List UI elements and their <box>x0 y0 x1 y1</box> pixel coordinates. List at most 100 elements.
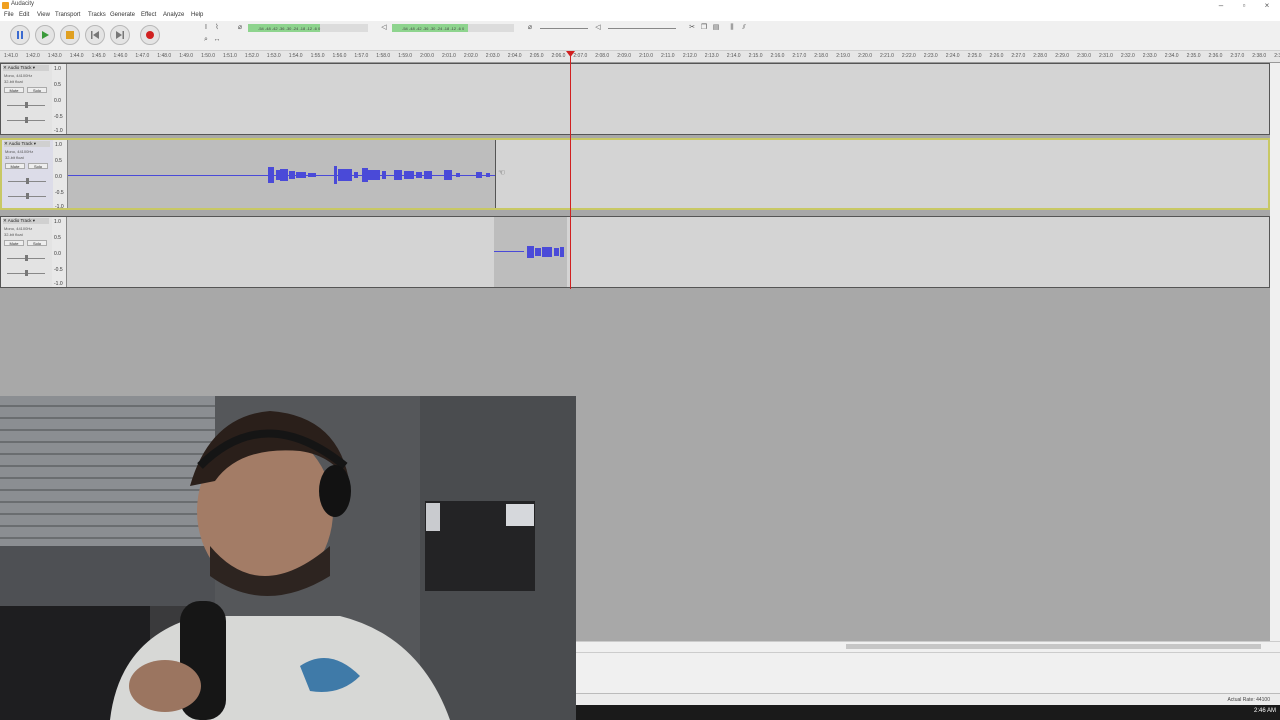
ruler-tick-label: 2:35.0 <box>1186 53 1201 59</box>
gain-slider-thumb[interactable] <box>26 178 29 184</box>
minimize-button[interactable]: – <box>1210 0 1232 11</box>
playhead-marker-icon[interactable] <box>566 51 575 57</box>
mute-button[interactable]: Mute <box>4 87 24 93</box>
speaker-icon[interactable]: ◁ <box>380 24 388 32</box>
menu-view[interactable]: View <box>37 12 50 18</box>
playhead-line[interactable] <box>570 51 571 289</box>
vertical-scrollbar[interactable] <box>1270 63 1280 641</box>
track-format: Mono, 44100Hz <box>5 149 34 154</box>
mute-button[interactable]: Mute <box>5 163 25 169</box>
menu-edit[interactable]: Edit <box>19 12 29 18</box>
playback-meter-scale: -54 -48 -42 -36 -30 -24 -18 -12 -6 0 <box>402 26 465 31</box>
menu-analyze[interactable]: Analyze <box>163 12 184 18</box>
ruler-tick-label: 1:43.0 <box>47 53 62 59</box>
gain-slider-thumb[interactable] <box>25 102 28 108</box>
ruler-tick-label: 2:15.0 <box>748 53 763 59</box>
track-control-panel: ✕ Audio Track ▾ Mono, 44100Hz 32-bit flo… <box>2 140 54 208</box>
recording-volume-slider[interactable] <box>540 28 588 29</box>
record-icon <box>146 31 154 39</box>
track-bitdepth: 32-bit float <box>4 79 23 84</box>
ruler-tick-label: 2:08.0 <box>595 53 610 59</box>
ruler-tick-label: 1:59.0 <box>398 53 413 59</box>
webcam-overlay <box>0 396 576 720</box>
selection-tool-icon[interactable]: I <box>202 24 210 32</box>
maximize-button[interactable]: ▫ <box>1233 0 1255 11</box>
track-format: Mono, 44100Hz <box>4 226 33 231</box>
record-button[interactable] <box>140 25 160 45</box>
mute-button[interactable]: Mute <box>4 240 24 246</box>
ruler-tick-label: 1:51.0 <box>223 53 237 59</box>
playback-volume-slider[interactable] <box>608 28 676 29</box>
ruler-tick-label: 2:22.0 <box>901 53 916 59</box>
ruler-tick-label: 2:16.0 <box>770 53 785 59</box>
menu-generate[interactable]: Generate <box>110 12 135 18</box>
horizontal-scrollbar-thumb[interactable] <box>846 644 1261 649</box>
pause-button[interactable] <box>10 25 30 45</box>
ruler-tick-label: 2:30.0 <box>1077 53 1091 59</box>
solo-button[interactable]: Solo <box>27 240 47 246</box>
track-format: Mono, 44100Hz <box>4 73 33 78</box>
menu-effect[interactable]: Effect <box>141 12 156 18</box>
ruler-tick-label: 2:27.0 <box>1011 53 1026 59</box>
microphone-volume-icon: ⌀ <box>527 24 533 31</box>
zoom-tool-icon[interactable]: ⌕ <box>202 36 210 44</box>
ruler-tick-label: 1:53.0 <box>266 53 281 59</box>
close-button[interactable]: × <box>1256 0 1278 11</box>
copy-icon[interactable]: ❐ <box>700 24 708 32</box>
ruler-tick-label: 1:54.0 <box>288 53 303 59</box>
ruler-tick-label: 2:11.0 <box>661 53 675 59</box>
track-name-button[interactable]: ✕ Audio Track ▾ <box>4 141 50 147</box>
selection-toolbar <box>576 652 1280 694</box>
audio-clip[interactable] <box>68 140 495 208</box>
ruler-tick-label: 2:21.0 <box>880 53 894 59</box>
ruler-tick-label: 1:46.0 <box>113 53 128 59</box>
trim-icon[interactable]: ⫼ <box>728 24 736 32</box>
audio-track-2[interactable]: ✕ Audio Track ▾ Mono, 44100Hz 32-bit flo… <box>0 138 1270 210</box>
play-button[interactable] <box>35 25 55 45</box>
pan-slider-thumb[interactable] <box>25 117 28 123</box>
ruler-tick-label: 2:12.0 <box>682 53 697 59</box>
hand-cursor-icon: ☜ <box>498 168 506 177</box>
stop-button[interactable] <box>60 25 80 45</box>
solo-button[interactable]: Solo <box>27 87 47 93</box>
audio-track-1[interactable]: ✕ Audio Track ▾ Mono, 44100Hz 32-bit flo… <box>0 63 1270 135</box>
silence-icon[interactable]: ⫽ <box>740 24 748 32</box>
ruler-tick-label: 1:41.0 <box>4 53 18 59</box>
skip-to-end-button[interactable] <box>110 25 130 45</box>
ruler-tick-label: 2:01.0 <box>442 53 456 59</box>
track-name-button[interactable]: ✕ Audio Track ▾ <box>3 65 49 71</box>
ruler-tick-label: 2:38.0 <box>1252 53 1267 59</box>
ruler-tick-label: 2:32.0 <box>1120 53 1135 59</box>
horizontal-scrollbar[interactable] <box>576 641 1280 652</box>
pan-slider-thumb[interactable] <box>26 193 29 199</box>
track-name-button[interactable]: ✕ Audio Track ▾ <box>3 218 49 224</box>
vertical-scale: 1.0 0.5 0.0 -0.5 -1.0 <box>52 64 67 134</box>
solo-button[interactable]: Solo <box>28 163 48 169</box>
audacity-logo-icon <box>2 2 9 9</box>
track-bitdepth: 32-bit float <box>4 232 23 237</box>
cut-icon[interactable]: ✂ <box>688 24 696 32</box>
ruler-tick-label: 1:57.0 <box>354 53 369 59</box>
pan-slider-thumb[interactable] <box>25 270 28 276</box>
envelope-tool-icon[interactable]: ⌇ <box>213 24 221 32</box>
menu-tracks[interactable]: Tracks <box>88 12 106 18</box>
audio-track-3[interactable]: ✕ Audio Track ▾ Mono, 44100Hz 32-bit flo… <box>0 216 1270 288</box>
menu-help[interactable]: Help <box>191 12 203 18</box>
gain-slider-thumb[interactable] <box>25 255 28 261</box>
microphone-icon[interactable]: ⌀ <box>236 24 244 32</box>
menu-file[interactable]: File <box>4 12 14 18</box>
waveform <box>268 166 490 184</box>
timeline-ruler[interactable]: 1:41.0 1:42.0 1:43.0 1:44.0 1:45.0 1:46.0 1:47… <box>0 51 1280 63</box>
menu-bar: File Edit View Transport Tracks Generate… <box>0 11 1280 21</box>
skip-to-start-button[interactable] <box>85 25 105 45</box>
ruler-tick-label: 2:26.0 <box>989 53 1004 59</box>
paste-icon[interactable]: ▤ <box>712 24 720 32</box>
vertical-scale: 1.0 0.5 0.0 -0.5 -1.0 <box>53 140 68 210</box>
skip-start-icon <box>91 31 99 39</box>
ruler-tick-label: 1:49.0 <box>179 53 194 59</box>
menu-transport[interactable]: Transport <box>55 12 80 18</box>
play-icon <box>42 31 49 39</box>
timeshift-tool-icon[interactable]: ↔ <box>213 36 221 44</box>
ruler-tick-label: 2:17.0 <box>792 53 807 59</box>
audio-clip[interactable] <box>494 217 567 287</box>
